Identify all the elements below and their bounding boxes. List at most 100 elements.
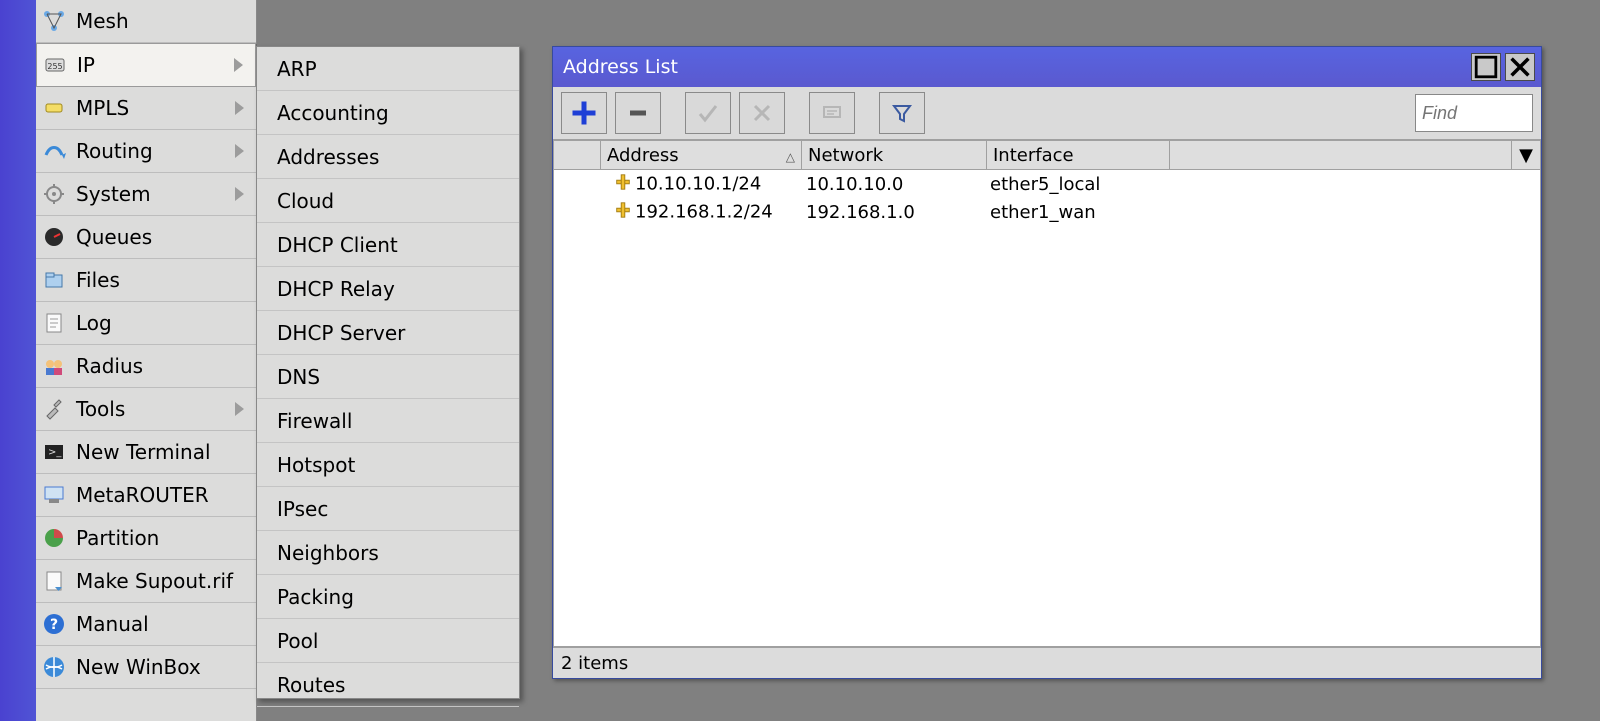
submenu-item-cloud[interactable]: Cloud [257, 179, 519, 223]
metarouter-icon [40, 481, 68, 509]
sidebar-item-label: Tools [76, 397, 227, 421]
submenu-arrow-icon [235, 144, 244, 158]
queues-icon [40, 223, 68, 251]
mpls-icon [40, 94, 68, 122]
column-flag[interactable] [553, 140, 601, 170]
submenu-item-accounting[interactable]: Accounting [257, 91, 519, 135]
window-title: Address List [563, 56, 678, 78]
routing-icon [40, 137, 68, 165]
submenu-item-arp[interactable]: ARP [257, 47, 519, 91]
column-interface[interactable]: Interface [987, 140, 1170, 170]
submenu-item-addresses[interactable]: Addresses [257, 135, 519, 179]
table-row[interactable]: 192.168.1.2/24 192.168.1.0 ether1_wan [554, 198, 1540, 226]
partition-icon [40, 524, 68, 552]
sidebar-item-system[interactable]: System [36, 173, 256, 216]
cell-address: 10.10.10.1/24 [635, 173, 761, 194]
table-row[interactable]: 10.10.10.1/2410.10.10.0ether5_local [554, 170, 1540, 198]
submenu-item-ipsec[interactable]: IPsec [257, 487, 519, 531]
cell-network: 192.168.1.0 [806, 202, 915, 223]
filter-button[interactable] [879, 92, 925, 134]
mesh-icon [40, 7, 68, 35]
submenu-item-firewall[interactable]: Firewall [257, 399, 519, 443]
sidebar-item-mpls[interactable]: MPLS [36, 87, 256, 130]
close-button[interactable] [1505, 53, 1535, 81]
terminal-icon: >_ [40, 438, 68, 466]
sidebar-item-partition[interactable]: Partition [36, 517, 256, 560]
log-icon [40, 309, 68, 337]
submenu-item-pool[interactable]: Pool [257, 619, 519, 663]
sidebar-item-label: MPLS [76, 96, 227, 120]
sidebar-item-label: New WinBox [76, 655, 248, 679]
ip-icon: 255 [41, 51, 69, 79]
sidebar-item-radius[interactable]: Radius [36, 345, 256, 388]
submenu-item-neighbors[interactable]: Neighbors [257, 531, 519, 575]
left-accent-strip [0, 0, 36, 721]
enable-button[interactable] [685, 92, 731, 134]
sidebar-item-label: Manual [76, 612, 248, 636]
cell-address: 192.168.1.2/24 [635, 201, 773, 222]
cell-network: 10.10.10.0 [806, 174, 903, 195]
sidebar-item-files[interactable]: Files [36, 259, 256, 302]
sidebar-item-new-winbox[interactable]: New WinBox [36, 646, 256, 689]
disable-button[interactable] [739, 92, 785, 134]
table-body[interactable]: 10.10.10.1/2410.10.10.0ether5_local192.1… [553, 170, 1541, 647]
minimize-button[interactable] [1471, 53, 1501, 81]
sidebar-item-make-supout-rif[interactable]: Make Supout.rif [36, 560, 256, 603]
submenu-item-dhcp-client[interactable]: DHCP Client [257, 223, 519, 267]
sort-asc-icon: △ [786, 150, 795, 164]
supout-icon [40, 567, 68, 595]
tools-icon [40, 395, 68, 423]
submenu-arrow-icon [234, 58, 243, 72]
sidebar: Mesh 255 IP MPLS Routing System Queues Files Log… [36, 0, 257, 721]
sidebar-item-manual[interactable]: ? Manual [36, 603, 256, 646]
sidebar-item-tools[interactable]: Tools [36, 388, 256, 431]
address-icon [614, 201, 632, 224]
sidebar-item-log[interactable]: Log [36, 302, 256, 345]
submenu-item-dns[interactable]: DNS [257, 355, 519, 399]
submenu-item-packing[interactable]: Packing [257, 575, 519, 619]
submenu-item-dhcp-relay[interactable]: DHCP Relay [257, 267, 519, 311]
comment-button[interactable] [809, 92, 855, 134]
submenu-item-dhcp-server[interactable]: DHCP Server [257, 311, 519, 355]
address-icon [614, 173, 632, 196]
sidebar-item-label: Routing [76, 139, 227, 163]
sidebar-item-mesh[interactable]: Mesh [36, 0, 256, 43]
column-spacer [1170, 140, 1512, 170]
submenu-arrow-icon [235, 187, 244, 201]
sidebar-item-label: Mesh [76, 9, 248, 33]
cell-interface: ether1_wan [990, 202, 1096, 223]
manual-icon: ? [40, 610, 68, 638]
submenu-item-hotspot[interactable]: Hotspot [257, 443, 519, 487]
svg-text:?: ? [50, 617, 58, 633]
sidebar-item-label: Radius [76, 354, 248, 378]
address-list-window: Address List [552, 46, 1542, 679]
system-icon [40, 180, 68, 208]
add-button[interactable] [561, 92, 607, 134]
sidebar-item-queues[interactable]: Queues [36, 216, 256, 259]
remove-button[interactable] [615, 92, 661, 134]
sidebar-item-new-terminal[interactable]: >_ New Terminal [36, 431, 256, 474]
sidebar-item-label: IP [77, 53, 226, 77]
find-input[interactable] [1415, 94, 1533, 132]
svg-text:255: 255 [47, 62, 62, 71]
winbox-icon [40, 653, 68, 681]
submenu-ip: ARPAccountingAddressesCloudDHCP ClientDH… [256, 46, 520, 699]
sidebar-item-ip[interactable]: 255 IP [36, 43, 256, 87]
sidebar-item-label: Files [76, 268, 248, 292]
radius-icon [40, 352, 68, 380]
toolbar [553, 87, 1541, 140]
submenu-arrow-icon [235, 101, 244, 115]
sidebar-item-label: New Terminal [76, 440, 248, 464]
sidebar-item-label: MetaROUTER [76, 483, 248, 507]
column-address[interactable]: Address △ [601, 140, 802, 170]
table-header: Address △ Network Interface ▼ [553, 140, 1541, 170]
sidebar-item-label: Queues [76, 225, 248, 249]
status-bar: 2 items [553, 647, 1541, 678]
svg-text:>_: >_ [48, 447, 62, 458]
sidebar-item-routing[interactable]: Routing [36, 130, 256, 173]
column-chooser[interactable]: ▼ [1512, 140, 1541, 170]
sidebar-item-metarouter[interactable]: MetaROUTER [36, 474, 256, 517]
submenu-item-routes[interactable]: Routes [257, 663, 519, 707]
column-network[interactable]: Network [802, 140, 987, 170]
titlebar[interactable]: Address List [553, 47, 1541, 87]
